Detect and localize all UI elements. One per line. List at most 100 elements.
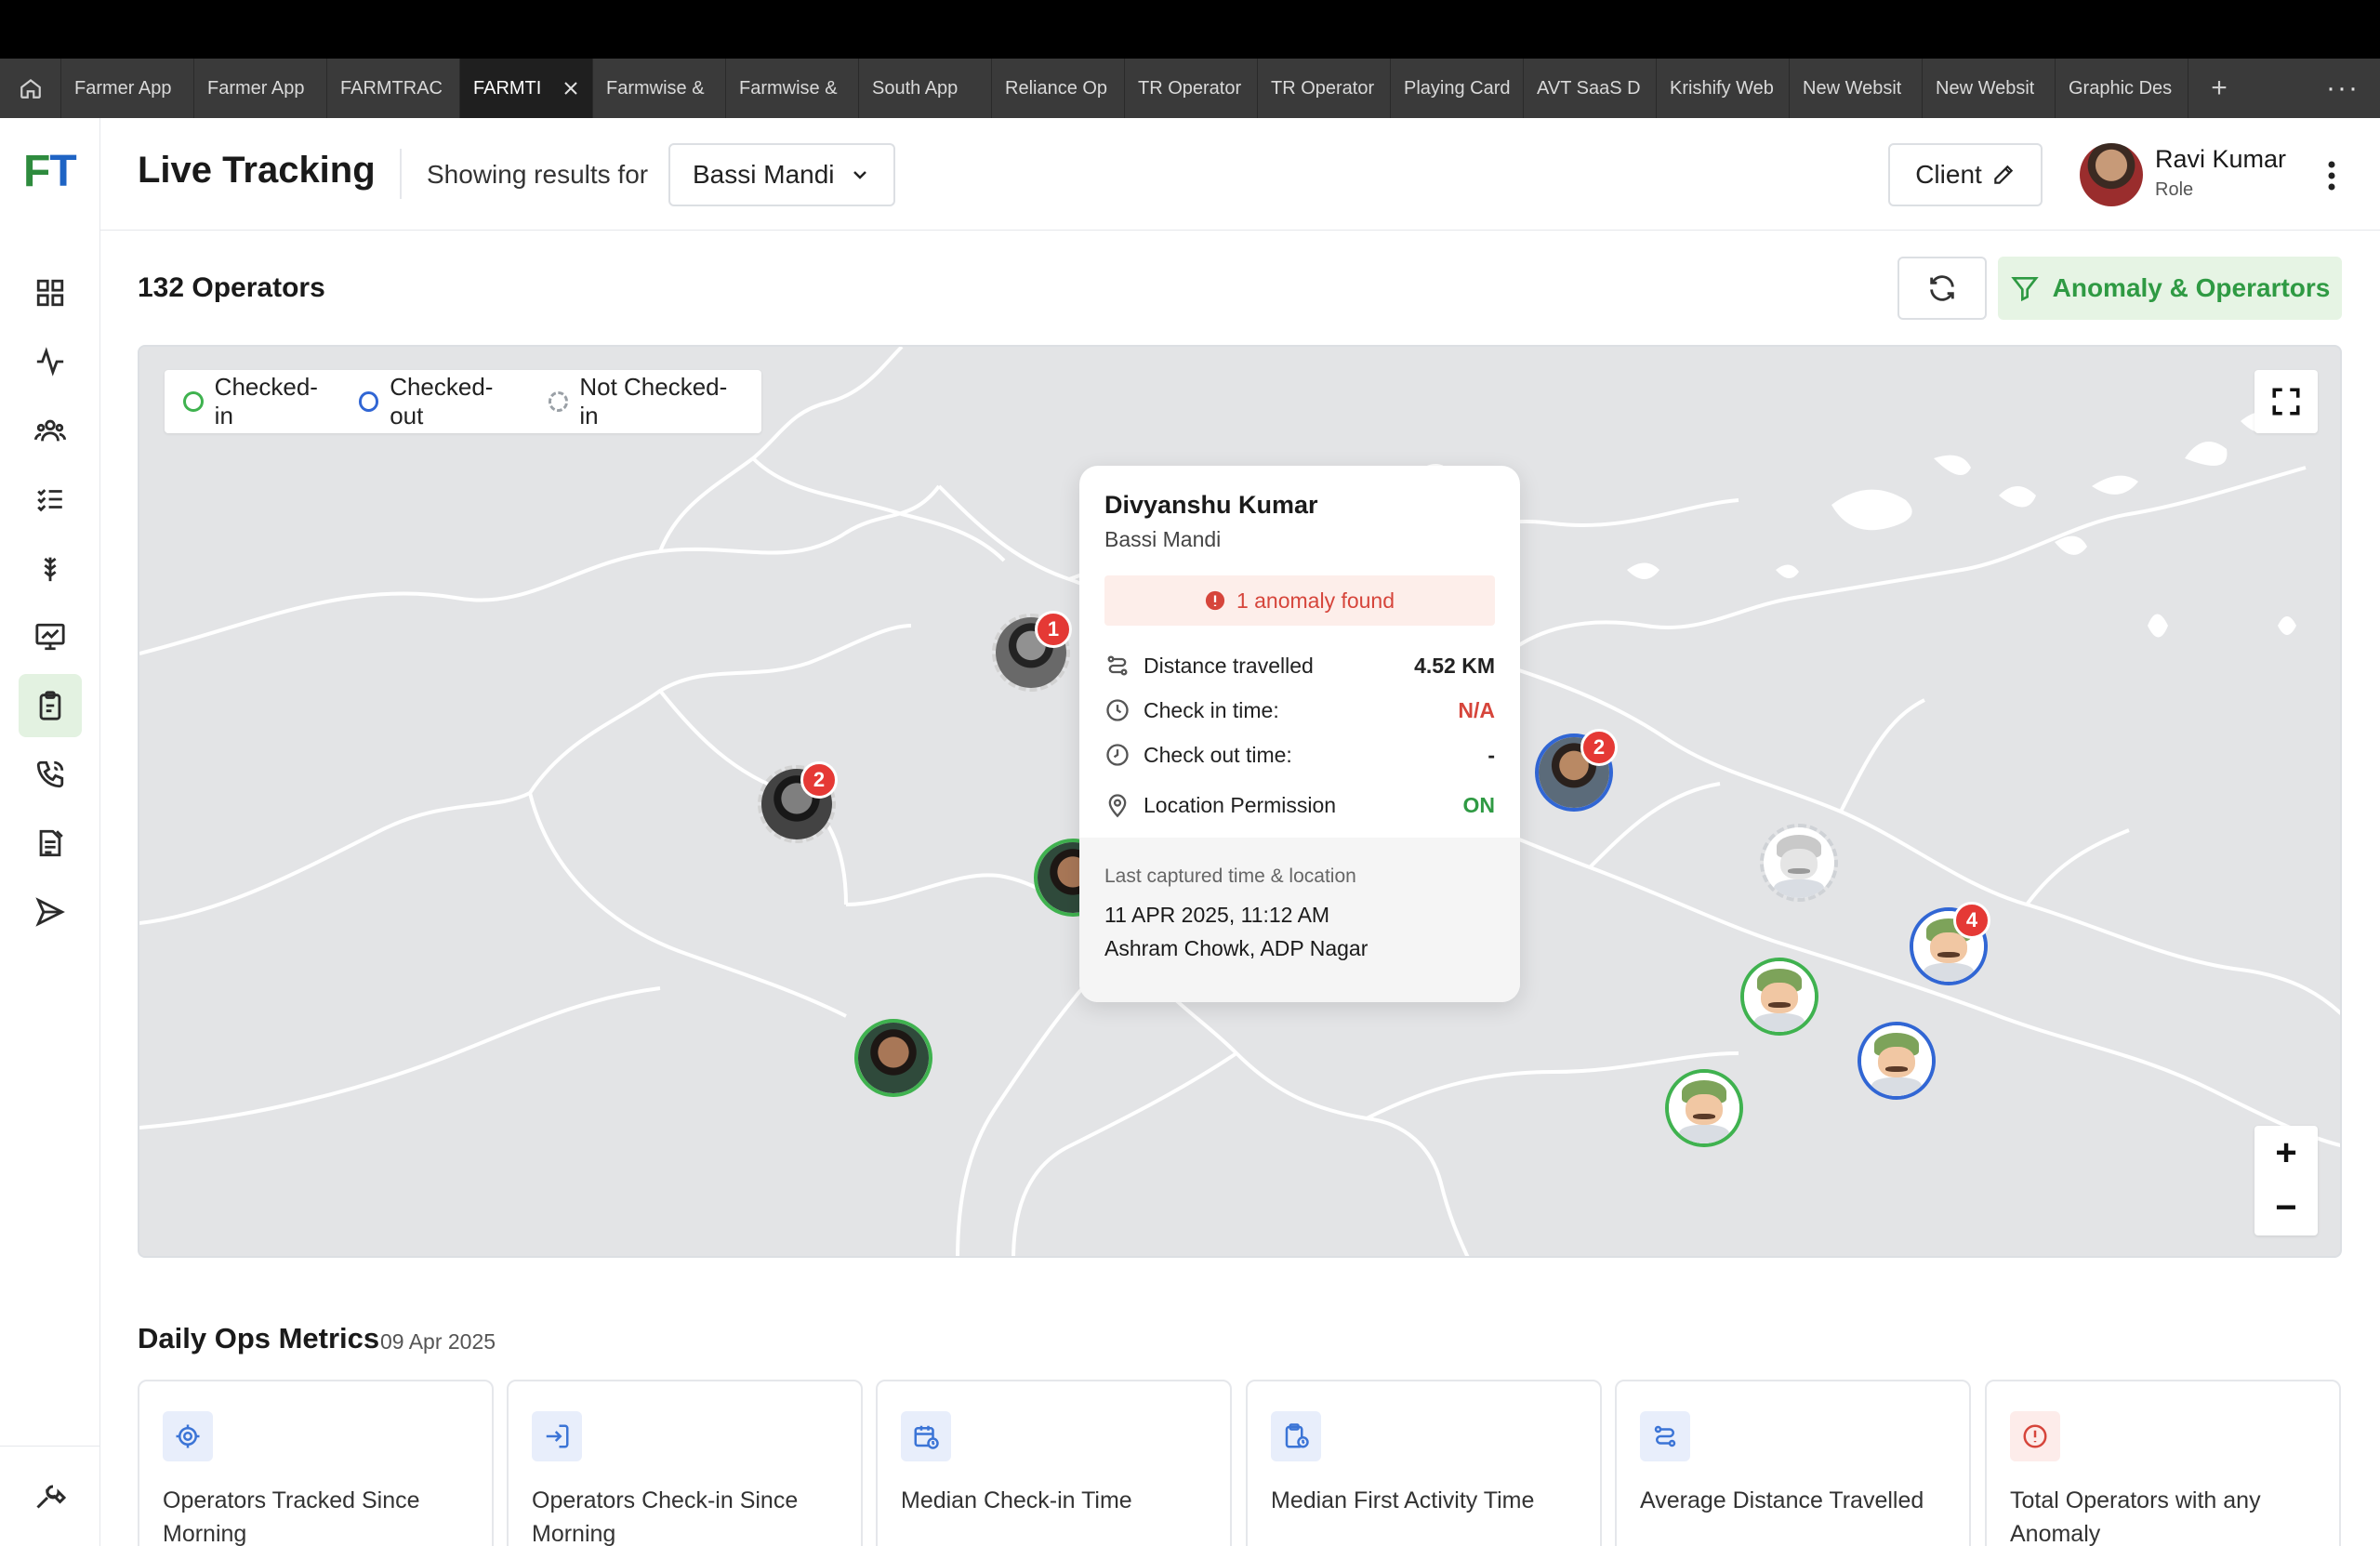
anomaly-button-label: Anomaly & Operartors <box>2052 273 2331 302</box>
metric-card[interactable]: Median First Activity Time <box>1246 1380 1602 1546</box>
nav-reports[interactable] <box>19 812 82 875</box>
close-tab-icon[interactable] <box>561 78 581 99</box>
check-out-value: - <box>1488 742 1495 767</box>
more-tabs-button[interactable]: ··· <box>2306 59 2380 118</box>
user-role: Role <box>2155 179 2194 200</box>
anomaly-banner-text: 1 anomaly found <box>1236 588 1395 613</box>
nav-calls[interactable] <box>19 743 82 806</box>
browser-tab[interactable]: Farmer App <box>61 59 194 118</box>
nav-clipboard[interactable] <box>19 674 82 737</box>
checked-in-dot-icon <box>183 391 204 412</box>
fullscreen-icon <box>2272 388 2300 416</box>
operator-marker[interactable] <box>1858 1022 1936 1100</box>
home-tab-button[interactable] <box>0 59 61 118</box>
nav-crops[interactable] <box>19 536 82 600</box>
operator-marker[interactable] <box>854 1019 932 1097</box>
browser-tab[interactable]: TR Operator <box>1125 59 1258 118</box>
browser-tab[interactable]: AVT SaaS D <box>1524 59 1657 118</box>
metric-card[interactable]: Total Operators with any Anomaly <box>1985 1380 2341 1546</box>
nav-tasks[interactable] <box>19 468 82 531</box>
showing-results-label: Showing results for <box>427 160 649 189</box>
home-icon <box>20 78 41 99</box>
tab-label: Graphic Des <box>2069 77 2173 99</box>
last-captured-label: Last captured time & location <box>1104 865 1356 887</box>
not-checked-in-dot-icon <box>548 391 569 412</box>
tab-label: Farmwise & <box>606 77 705 99</box>
nav-analytics[interactable] <box>19 605 82 668</box>
legend-checked-in: Checked-in <box>183 373 335 430</box>
browser-tab[interactable]: New Websit <box>1923 59 2056 118</box>
tab-label: New Websit <box>1936 77 2035 99</box>
distance-label: Distance travelled <box>1144 653 1314 678</box>
user-avatar[interactable] <box>2080 143 2143 206</box>
tools-icon <box>36 1485 67 1509</box>
operator-details-popup: Divyanshu Kumar Bassi Mandi 1 anomaly fo… <box>1079 466 1520 1002</box>
metric-card[interactable]: Median Check-in Time <box>876 1380 1232 1546</box>
info-row-check-in: Check in time: N/A <box>1104 692 1495 729</box>
metric-card[interactable]: Average Distance Travelled <box>1615 1380 1971 1546</box>
browser-tab[interactable]: South App <box>859 59 992 118</box>
operator-avatar-illustration <box>1669 1073 1739 1143</box>
zoom-out-button[interactable]: − <box>2254 1181 2318 1235</box>
metric-label: Operators Check-in Since Morning <box>532 1487 799 1546</box>
zoom-in-button[interactable]: + <box>2254 1126 2318 1181</box>
nav-tools[interactable] <box>19 1463 82 1526</box>
location-permission-value: ON <box>1462 792 1496 817</box>
tab-label: Krishify Web <box>1670 77 1774 99</box>
distance-value: 4.52 KM <box>1414 653 1495 678</box>
browser-tab[interactable]: New Websit <box>1790 59 1923 118</box>
browser-tab[interactable]: Farmwise & <box>593 59 726 118</box>
browser-tab[interactable]: Farmer App <box>194 59 327 118</box>
metric-label: Median First Activity Time <box>1271 1487 1535 1513</box>
target-icon <box>163 1411 213 1461</box>
operator-avatar-illustration <box>1744 961 1815 1032</box>
browser-tab[interactable]: Krishify Web <box>1657 59 1790 118</box>
browser-tab[interactable]: Playing Card <box>1391 59 1524 118</box>
kebab-menu-icon <box>2328 161 2335 191</box>
app-logo[interactable]: FT <box>23 146 77 197</box>
metric-card[interactable]: Operators Tracked Since Morning <box>138 1380 494 1546</box>
fullscreen-button[interactable] <box>2254 370 2318 433</box>
tab-label: FARMTI <box>473 77 542 99</box>
nav-activity[interactable] <box>19 330 82 393</box>
alert-circle-icon <box>2010 1411 2060 1461</box>
operator-marker[interactable] <box>1760 824 1838 902</box>
operator-marker[interactable] <box>1740 958 1818 1036</box>
metric-label: Operators Tracked Since Morning <box>163 1487 420 1546</box>
new-tab-button[interactable]: + <box>2188 59 2250 118</box>
metrics-title: Daily Ops Metrics <box>138 1322 380 1354</box>
metric-card[interactable]: Operators Check-in Since Morning <box>507 1380 863 1546</box>
crop-plant-icon <box>44 557 57 582</box>
browser-tab[interactable]: TR Operator <box>1258 59 1391 118</box>
browser-tab[interactable]: FARMTRAC <box>327 59 460 118</box>
nav-send[interactable] <box>19 880 82 944</box>
legend-not-checked-in-label: Not Checked-in <box>579 373 728 429</box>
anomaly-operators-filter-button[interactable]: Anomaly & Operartors <box>1998 257 2342 320</box>
nav-users[interactable] <box>19 399 82 462</box>
operator-avatar-illustration <box>1861 1025 1932 1096</box>
browser-tab[interactable]: Graphic Des <box>2056 59 2188 118</box>
browser-tab[interactable]: Farmwise & <box>726 59 859 118</box>
sidebar-divider <box>0 1446 100 1447</box>
anomaly-banner[interactable]: 1 anomaly found <box>1104 575 1495 626</box>
refresh-button[interactable] <box>1897 257 1987 320</box>
zoom-control: + − <box>2254 1126 2318 1235</box>
info-row-distance: Distance travelled 4.52 KM <box>1104 647 1495 684</box>
operators-count: 132 Operators <box>138 272 325 303</box>
browser-tab[interactable]: Reliance Op <box>992 59 1125 118</box>
more-options-button[interactable] <box>2313 155 2350 196</box>
location-select[interactable]: Bassi Mandi <box>668 143 895 206</box>
client-button[interactable]: Client <box>1888 143 2043 206</box>
activity-pulse-icon <box>36 347 64 377</box>
nav-dashboard[interactable] <box>19 261 82 324</box>
edit-pencil-icon <box>1994 165 2013 184</box>
browser-tab-active[interactable]: FARMTI <box>460 59 593 118</box>
legend-checked-out: Checked-out <box>358 373 524 430</box>
os-menu-bar <box>0 0 2380 59</box>
users-group-icon <box>34 419 66 442</box>
tab-label: New Websit <box>1803 77 1902 99</box>
operator-marker[interactable] <box>1665 1069 1743 1147</box>
chevron-down-icon <box>853 171 866 179</box>
clipboard-icon <box>39 691 61 720</box>
live-map[interactable]: Checked-in Checked-out Not Checked-in 1 … <box>138 345 2342 1258</box>
